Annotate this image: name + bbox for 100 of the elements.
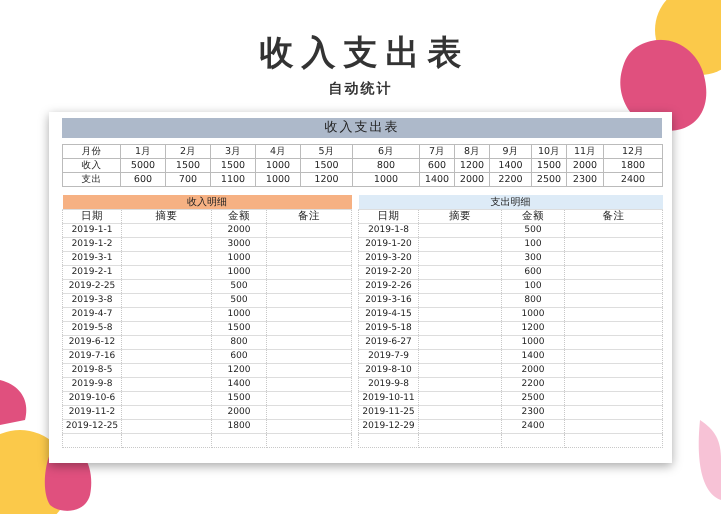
table-cell: 1800 <box>604 158 662 172</box>
row-header: 支出 <box>62 172 120 186</box>
column-header: 金额 <box>212 210 266 224</box>
amount-cell: 600 <box>502 266 564 280</box>
amount-cell: 100 <box>502 238 564 252</box>
date-cell: 2019-5-18 <box>358 322 418 336</box>
column-header: 日期 <box>62 210 122 224</box>
amount-cell: 1400 <box>212 378 266 392</box>
date-cell: 2019-1-1 <box>62 224 122 238</box>
amount-cell: 300 <box>502 252 564 266</box>
date-cell: 2019-2-26 <box>358 280 418 294</box>
amount-cell: 1000 <box>212 252 266 266</box>
date-cell: 2019-1-8 <box>358 224 418 238</box>
amount-cell: 800 <box>502 294 564 308</box>
date-cell: 2019-11-25 <box>358 406 418 420</box>
column-header: 4月 <box>256 144 300 158</box>
column-header: 摘要 <box>418 210 502 224</box>
date-cell: 2019-9-8 <box>62 378 122 392</box>
table-cell: 2300 <box>566 172 604 186</box>
table-cell: 1200 <box>454 158 490 172</box>
amount-cell: 1000 <box>502 336 564 350</box>
amount-cell: 2000 <box>502 364 564 378</box>
amount-cell: 1500 <box>212 322 266 336</box>
amount-cell: 2200 <box>502 378 564 392</box>
table-cell: 2400 <box>604 172 662 186</box>
column-header: 金额 <box>502 210 564 224</box>
amount-cell: 1000 <box>212 266 266 280</box>
table-cell: 1100 <box>210 172 256 186</box>
column-header: 9月 <box>490 144 532 158</box>
table-cell: 1500 <box>166 158 210 172</box>
column-header: 摘要 <box>122 210 212 224</box>
date-cell: 2019-6-12 <box>62 336 122 350</box>
amount-cell: 2000 <box>212 406 266 420</box>
amount-cell: 3000 <box>212 238 266 252</box>
amount-cell: 1200 <box>212 364 266 378</box>
amount-cell: 2400 <box>502 420 564 434</box>
date-cell: 2019-9-8 <box>358 378 418 392</box>
table-cell: 2500 <box>532 172 566 186</box>
amount-cell: 2300 <box>502 406 564 420</box>
amount-cell: 2000 <box>212 224 266 238</box>
column-header: 7月 <box>420 144 454 158</box>
page-subtitle: 自动统计 <box>328 80 392 99</box>
date-cell: 2019-6-27 <box>358 336 418 350</box>
table-cell: 2000 <box>454 172 490 186</box>
table-cell: 1500 <box>532 158 566 172</box>
date-cell: 2019-12-29 <box>358 420 418 434</box>
date-cell: 2019-2-25 <box>62 280 122 294</box>
column-header: 5月 <box>300 144 352 158</box>
column-header: 日期 <box>358 210 418 224</box>
column-header: 11月 <box>566 144 604 158</box>
table-cell: 1500 <box>210 158 256 172</box>
column-header: 1月 <box>120 144 166 158</box>
column-header: 10月 <box>532 144 566 158</box>
column-header: 8月 <box>454 144 490 158</box>
date-cell: 2019-3-1 <box>62 252 122 266</box>
table-cell: 5000 <box>120 158 166 172</box>
amount-cell: 500 <box>212 280 266 294</box>
amount-cell: 800 <box>212 336 266 350</box>
column-header: 2月 <box>166 144 210 158</box>
detail-table-title: 支出明细 <box>358 195 662 210</box>
amount-cell: 100 <box>502 280 564 294</box>
amount-cell: 2500 <box>502 392 564 406</box>
sheet-title: 收入支出表 <box>62 118 662 138</box>
date-cell: 2019-4-15 <box>358 308 418 322</box>
page-title: 收入支出表 <box>258 32 470 75</box>
amount-cell: 500 <box>212 294 266 308</box>
date-cell: 2019-4-7 <box>62 308 122 322</box>
date-cell: 2019-1-20 <box>358 238 418 252</box>
date-cell: 2019-1-2 <box>62 238 122 252</box>
date-cell: 2019-7-16 <box>62 350 122 364</box>
table-cell: 1000 <box>352 172 420 186</box>
date-cell: 2019-8-5 <box>62 364 122 378</box>
amount-cell: 600 <box>212 350 266 364</box>
table-cell: 600 <box>120 172 166 186</box>
table-cell: 700 <box>166 172 210 186</box>
table-cell: 1500 <box>300 158 352 172</box>
date-cell: 2019-3-8 <box>62 294 122 308</box>
date-cell: 2019-12-25 <box>62 420 122 434</box>
row-header: 收入 <box>62 158 120 172</box>
date-cell: 2019-3-16 <box>358 294 418 308</box>
amount-cell: 1500 <box>212 392 266 406</box>
table-cell: 2000 <box>566 158 604 172</box>
detail-table-title: 收入明细 <box>62 195 352 210</box>
column-header: 3月 <box>210 144 256 158</box>
table-cell: 1000 <box>256 172 300 186</box>
amount-cell: 1800 <box>212 420 266 434</box>
table-cell: 600 <box>420 158 454 172</box>
date-cell: 2019-10-6 <box>62 392 122 406</box>
amount-cell: 1000 <box>502 308 564 322</box>
column-header: 6月 <box>352 144 420 158</box>
date-cell: 2019-2-20 <box>358 266 418 280</box>
date-cell: 2019-3-20 <box>358 252 418 266</box>
date-cell: 2019-2-1 <box>62 266 122 280</box>
column-header: 12月 <box>604 144 662 158</box>
table-cell: 2200 <box>490 172 532 186</box>
amount-cell: 1400 <box>502 350 564 364</box>
date-cell: 2019-11-2 <box>62 406 122 420</box>
date-cell: 2019-8-10 <box>358 364 418 378</box>
table-cell: 1200 <box>300 172 352 186</box>
amount-cell: 1000 <box>212 308 266 322</box>
